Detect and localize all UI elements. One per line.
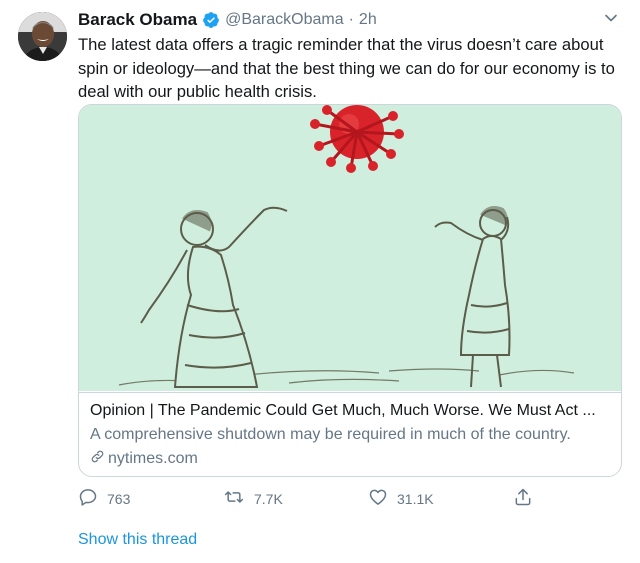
timestamp[interactable]: 2h: [359, 11, 377, 29]
retweet-button[interactable]: 7.7K: [223, 487, 283, 510]
chevron-down-icon[interactable]: [604, 11, 618, 30]
retweet-count: 7.7K: [254, 490, 283, 507]
card-image[interactable]: [79, 105, 621, 391]
show-thread-link[interactable]: Show this thread: [78, 531, 197, 549]
share-button[interactable]: [513, 487, 533, 510]
avatar[interactable]: [18, 12, 67, 61]
reply-icon: [78, 487, 98, 510]
share-icon: [513, 487, 533, 510]
card-title[interactable]: Opinion | The Pandemic Could Get Much, M…: [90, 402, 615, 420]
tweet-header: Barack Obama @BarackObama · 2h: [78, 9, 626, 31]
author-handle[interactable]: @BarackObama: [225, 11, 344, 29]
verified-badge-icon: [202, 11, 220, 29]
card-description: A comprehensive shutdown may be required…: [90, 426, 571, 443]
tweet-actions: 763 7.7K 31.1K: [78, 487, 548, 513]
card-domain[interactable]: nytimes.com: [90, 449, 198, 469]
tweet-text: The latest data offers a tragic reminder…: [78, 35, 615, 101]
link-icon: [90, 449, 108, 469]
reply-button[interactable]: 763: [78, 487, 130, 510]
like-icon: [368, 487, 388, 510]
like-count: 31.1K: [397, 490, 434, 507]
card-domain-label: nytimes.com: [108, 450, 198, 467]
separator-dot: ·: [348, 11, 354, 28]
link-card[interactable]: Opinion | The Pandemic Could Get Much, M…: [78, 104, 622, 477]
card-body[interactable]: Opinion | The Pandemic Could Get Much, M…: [79, 392, 621, 476]
retweet-icon: [223, 487, 245, 510]
reply-count: 763: [107, 490, 131, 507]
author-name[interactable]: Barack Obama: [78, 10, 197, 30]
like-button[interactable]: 31.1K: [368, 487, 434, 510]
